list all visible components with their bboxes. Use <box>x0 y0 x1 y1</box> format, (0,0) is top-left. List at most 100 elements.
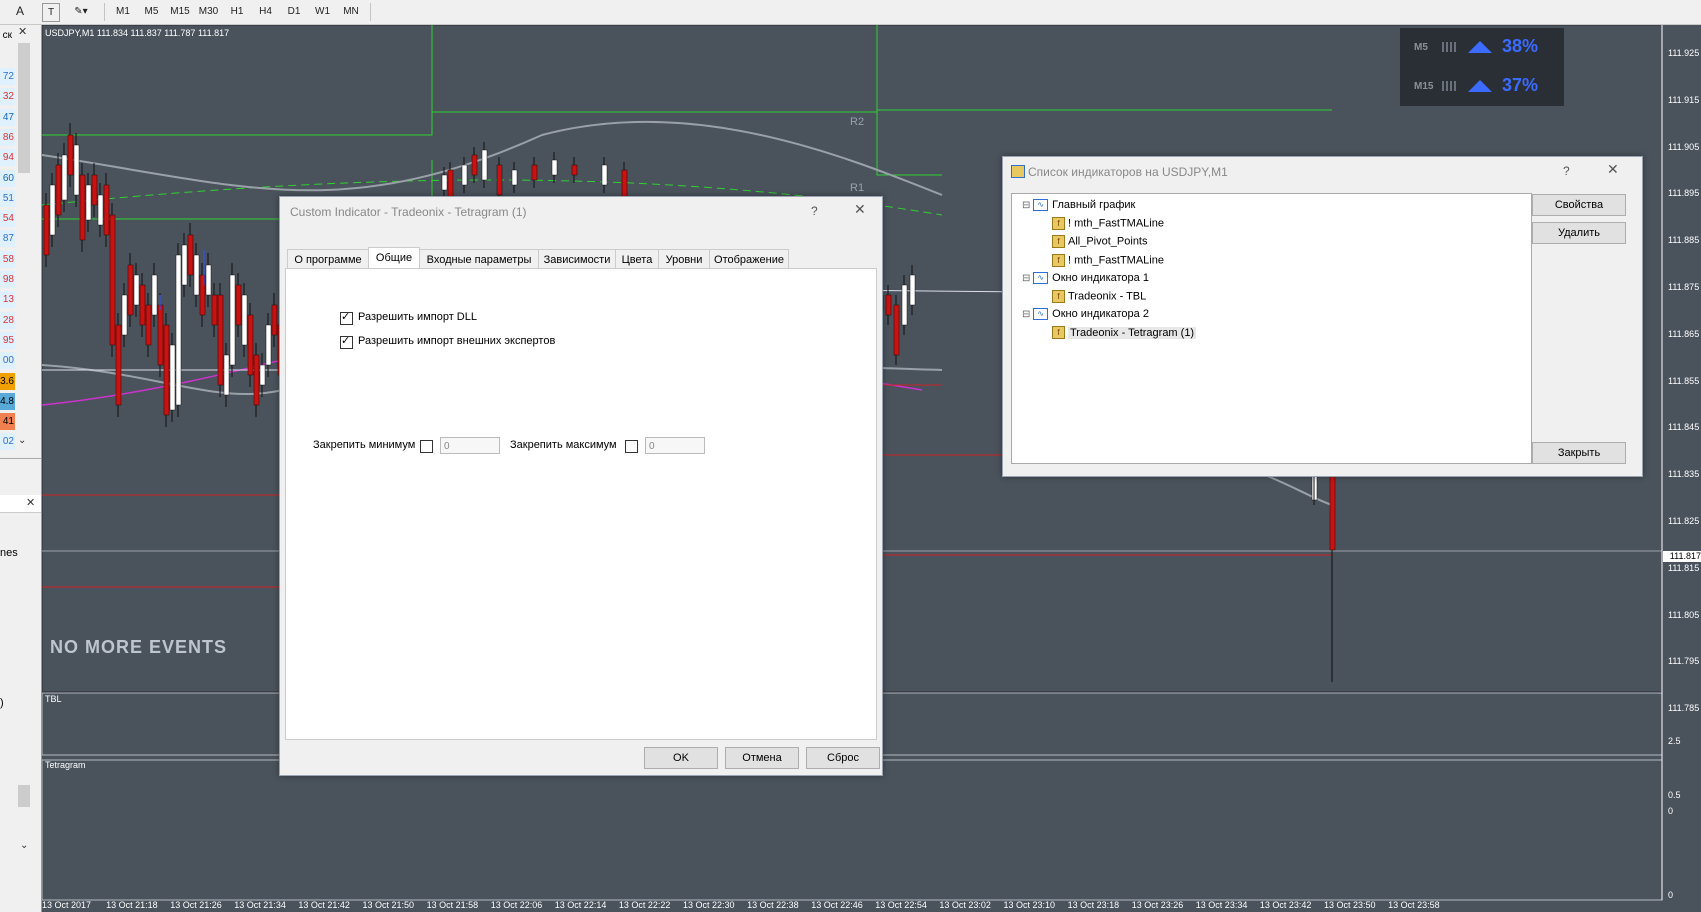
candle-body <box>121 294 128 336</box>
close-icon[interactable]: ✕ <box>18 25 30 42</box>
tree-indicator[interactable]: f Tradeonix - Tetragram (1) <box>1052 326 1197 340</box>
panel-header: ск <box>2 30 12 41</box>
ok-button[interactable]: OK <box>644 747 718 769</box>
shapes-button[interactable]: ✎▾ <box>68 3 94 20</box>
tree-label: Окно индикатора 2 <box>1052 308 1149 321</box>
indicator-icon: f <box>1052 235 1065 249</box>
grid-icon <box>1442 42 1456 52</box>
time-axis-label: 13 Oct 21:50 <box>362 900 415 910</box>
close-button[interactable]: Закрыть <box>1532 442 1626 464</box>
reset-button[interactable]: Сброс <box>806 747 880 769</box>
candle-body <box>133 274 140 306</box>
properties-button[interactable]: Свойства <box>1532 194 1626 216</box>
quote-value: 87 <box>0 230 15 248</box>
timeframe-d1[interactable]: D1 <box>281 3 307 20</box>
timeframe-h1[interactable]: H1 <box>224 3 250 20</box>
time-axis-label: 13 Oct 23:34 <box>1195 900 1248 910</box>
collapse-icon[interactable]: ⊟ <box>1022 273 1033 284</box>
allow-experts-label: Разрешить импорт внешних экспертов <box>358 335 556 347</box>
timeframe-mn[interactable]: MN <box>338 3 364 20</box>
candle-body <box>223 354 230 396</box>
green-step-line <box>876 25 942 176</box>
dialog-title: Список индикаторов на USDJPY,M1 <box>1028 165 1228 179</box>
timeframe-m5[interactable]: M5 <box>139 3 165 20</box>
quote-value: 54 <box>0 210 15 228</box>
candle-body <box>471 154 478 176</box>
allow-experts-checkbox[interactable] <box>340 334 353 349</box>
font-button[interactable]: A <box>12 3 28 20</box>
collapse-icon[interactable]: ⊟ <box>1022 309 1033 320</box>
tree-indicator[interactable]: f! mth_FastTMALine <box>1052 253 1164 267</box>
allow-dll-checkbox[interactable] <box>340 310 353 325</box>
help-icon[interactable]: ? <box>811 204 818 218</box>
time-axis-label: 13 Oct 22:54 <box>875 900 927 910</box>
tbl-window-label: TBL <box>45 694 62 704</box>
symbol-info: USDJPY,M1 111.834 111.837 111.787 111.81… <box>45 28 230 38</box>
tree-indicator[interactable]: f All_Pivot_Points <box>1052 235 1148 249</box>
candle-body <box>175 254 182 406</box>
timeframe-h4[interactable]: H4 <box>253 3 279 20</box>
time-axis-label: 13 Oct 23:10 <box>1003 900 1056 910</box>
tree-group[interactable]: ⊟ ∿ Главный график <box>1022 199 1135 212</box>
delete-button[interactable]: Удалить <box>1532 222 1626 244</box>
time-axis-label: 13 Oct 23:50 <box>1324 900 1376 910</box>
indicator-icon: f <box>1052 217 1065 231</box>
fix-min-field[interactable]: 0 <box>440 437 500 454</box>
fix-max-field[interactable]: 0 <box>645 437 705 454</box>
tree-indicator[interactable]: f Tradeonix - TBL <box>1052 290 1146 303</box>
text-button[interactable]: T <box>42 3 60 22</box>
quote-value: 72 <box>0 68 15 85</box>
time-axis-label: 13 Oct 23:26 <box>1131 900 1184 910</box>
indicator-icon: f <box>1052 253 1065 267</box>
quote-value: 94 <box>0 149 15 167</box>
timeframe-m1[interactable]: M1 <box>110 3 136 20</box>
tree-group[interactable]: ⊟ ∿ Окно индикатора 1 <box>1022 272 1149 284</box>
tf-label: M5 <box>1414 42 1428 53</box>
candle-body <box>496 164 503 196</box>
collapse-icon[interactable]: ⊟ <box>1022 200 1033 211</box>
fix-max-checkbox[interactable] <box>625 440 638 453</box>
time-axis-label: 13 Oct 22:38 <box>747 900 799 910</box>
price-axis-label: 111.925 <box>1668 48 1700 58</box>
close-icon[interactable]: ✕ <box>1607 161 1619 178</box>
quote-value: 58 <box>0 250 15 268</box>
price-axis-label: 111.845 <box>1668 422 1700 433</box>
price-axis-label: 111.885 <box>1668 235 1700 246</box>
close-icon[interactable]: ✕ <box>26 496 35 509</box>
help-icon[interactable]: ? <box>1563 164 1570 178</box>
fix-min-checkbox[interactable] <box>420 440 433 453</box>
no-more-events-label: NO MORE EVENTS <box>50 637 228 657</box>
pivot-label: R2 <box>850 116 864 128</box>
candle-body <box>441 174 448 191</box>
candle-body <box>181 244 188 286</box>
price-axis-label: 111.815 <box>1668 562 1700 573</box>
candle-body <box>91 174 98 206</box>
timeframe-w1[interactable]: W1 <box>310 3 336 20</box>
tree-group[interactable]: ⊟ ∿ Окно индикатора 2 <box>1022 308 1149 321</box>
quote-value: 02 <box>0 433 15 451</box>
time-axis-label: 13 Oct 21:58 <box>426 900 479 910</box>
candle-body <box>115 324 122 406</box>
tree-indicator[interactable]: f! mth_FastTMALine <box>1052 217 1164 231</box>
tree-label: All_Pivot_Points <box>1068 235 1148 248</box>
candle-body <box>601 164 608 186</box>
pivot-s3-line <box>822 534 1332 556</box>
candle-body <box>193 254 200 296</box>
close-icon[interactable]: ✕ <box>854 201 866 218</box>
scroll-down-icon[interactable]: ⌄ <box>18 435 26 446</box>
candle-body <box>79 174 86 241</box>
scrollbar-thumb[interactable] <box>18 785 30 807</box>
quote-value: 32 <box>0 88 15 106</box>
timeframe-m30[interactable]: M30 <box>196 3 222 20</box>
timeframe-m15[interactable]: M15 <box>167 3 193 20</box>
cancel-button[interactable]: Отмена <box>725 747 799 769</box>
dialog-title: Custom Indicator - Tradeonix - Tetragram… <box>290 205 527 219</box>
scroll-down-icon[interactable]: ⌄ <box>20 840 28 851</box>
quote-value: 3.6 <box>0 372 15 390</box>
scrollbar-thumb[interactable] <box>18 43 30 173</box>
indicator-icon: f <box>1052 326 1065 340</box>
indicator-icon: f <box>1052 290 1065 303</box>
time-axis-label: 13 Oct 22:22 <box>618 900 671 910</box>
quote-value: 28 <box>0 311 15 329</box>
time-axis-label: 13 Oct 21:34 <box>234 900 286 910</box>
